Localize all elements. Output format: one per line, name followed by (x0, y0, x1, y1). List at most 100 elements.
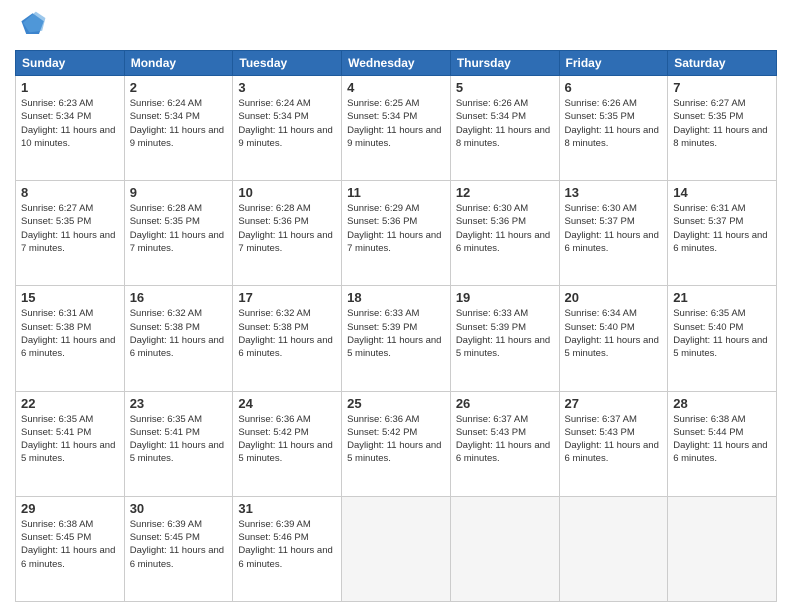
day-number: 19 (456, 290, 554, 305)
day-info: Sunrise: 6:29 AM Sunset: 5:36 PM Dayligh… (347, 202, 445, 255)
day-number: 29 (21, 501, 119, 516)
calendar-cell: 30Sunrise: 6:39 AM Sunset: 5:45 PM Dayli… (124, 496, 233, 601)
calendar-cell: 23Sunrise: 6:35 AM Sunset: 5:41 PM Dayli… (124, 391, 233, 496)
day-number: 31 (238, 501, 336, 516)
day-number: 17 (238, 290, 336, 305)
calendar-cell: 28 Sunrise: 6:38 AM Sunset: 5:44 PM Dayli… (668, 391, 777, 496)
day-info: Sunrise: 6:31 AM Sunset: 5:37 PM Dayligh… (673, 202, 771, 255)
calendar-cell: 10 Sunrise: 6:28 AM Sunset: 5:36 PM Dayli… (233, 181, 342, 286)
day-number: 21 (673, 290, 771, 305)
calendar-cell: 12 Sunrise: 6:30 AM Sunset: 5:36 PM Dayli… (450, 181, 559, 286)
day-info: Sunrise: 6:32 AM Sunset: 5:38 PM Dayligh… (238, 307, 336, 360)
calendar-cell: 9 Sunrise: 6:28 AM Sunset: 5:35 PM Daylig… (124, 181, 233, 286)
day-number: 24 (238, 396, 336, 411)
day-number: 7 (673, 80, 771, 95)
day-info: Sunrise: 6:35 AM Sunset: 5:40 PM Dayligh… (673, 307, 771, 360)
calendar-cell (342, 496, 451, 601)
calendar-cell (668, 496, 777, 601)
calendar-cell: 7 Sunrise: 6:27 AM Sunset: 5:35 PM Daylig… (668, 76, 777, 181)
calendar-cell: 15 Sunrise: 6:31 AM Sunset: 5:38 PM Dayli… (16, 286, 125, 391)
calendar-cell: 27 Sunrise: 6:37 AM Sunset: 5:43 PM Dayli… (559, 391, 668, 496)
day-number: 9 (130, 185, 228, 200)
calendar-table: SundayMondayTuesdayWednesdayThursdayFrid… (15, 50, 777, 602)
page: SundayMondayTuesdayWednesdayThursdayFrid… (0, 0, 792, 612)
day-number: 20 (565, 290, 663, 305)
calendar-cell: 11 Sunrise: 6:29 AM Sunset: 5:36 PM Dayli… (342, 181, 451, 286)
calendar-cell: 29 Sunrise: 6:38 AM Sunset: 5:45 PM Dayli… (16, 496, 125, 601)
day-number: 12 (456, 185, 554, 200)
day-info: Sunrise: 6:27 AM Sunset: 5:35 PM Dayligh… (673, 97, 771, 150)
day-info: Sunrise: 6:26 AM Sunset: 5:34 PM Dayligh… (456, 97, 554, 150)
col-header-sunday: Sunday (16, 51, 125, 76)
col-header-wednesday: Wednesday (342, 51, 451, 76)
calendar-cell: 3 Sunrise: 6:24 AM Sunset: 5:34 PM Daylig… (233, 76, 342, 181)
day-number: 15 (21, 290, 119, 305)
day-info: Sunrise: 6:36 AM Sunset: 5:42 PM Dayligh… (238, 413, 336, 466)
calendar-cell: 18Sunrise: 6:33 AM Sunset: 5:39 PM Dayli… (342, 286, 451, 391)
header-row: SundayMondayTuesdayWednesdayThursdayFrid… (16, 51, 777, 76)
day-info: Sunrise: 6:24 AM Sunset: 5:34 PM Dayligh… (238, 97, 336, 150)
calendar-cell: 26Sunrise: 6:37 AM Sunset: 5:43 PM Dayli… (450, 391, 559, 496)
week-row-5: 29 Sunrise: 6:38 AM Sunset: 5:45 PM Dayli… (16, 496, 777, 601)
col-header-monday: Monday (124, 51, 233, 76)
day-info: Sunrise: 6:33 AM Sunset: 5:39 PM Dayligh… (456, 307, 554, 360)
day-number: 13 (565, 185, 663, 200)
calendar-cell (559, 496, 668, 601)
day-number: 16 (130, 290, 228, 305)
day-number: 2 (130, 80, 228, 95)
calendar-cell: 17 Sunrise: 6:32 AM Sunset: 5:38 PM Dayli… (233, 286, 342, 391)
day-number: 5 (456, 80, 554, 95)
calendar-cell: 5 Sunrise: 6:26 AM Sunset: 5:34 PM Daylig… (450, 76, 559, 181)
day-info: Sunrise: 6:38 AM Sunset: 5:44 PM Dayligh… (673, 413, 771, 466)
day-number: 14 (673, 185, 771, 200)
day-info: Sunrise: 6:37 AM Sunset: 5:43 PM Dayligh… (565, 413, 663, 466)
day-number: 3 (238, 80, 336, 95)
day-info: Sunrise: 6:37 AM Sunset: 5:43 PM Dayligh… (456, 413, 554, 466)
day-number: 11 (347, 185, 445, 200)
calendar-cell: 14 Sunrise: 6:31 AM Sunset: 5:37 PM Dayli… (668, 181, 777, 286)
day-info: Sunrise: 6:35 AM Sunset: 5:41 PM Dayligh… (130, 413, 228, 466)
day-number: 30 (130, 501, 228, 516)
calendar-body: 1 Sunrise: 6:23 AM Sunset: 5:34 PM Daylig… (16, 76, 777, 602)
calendar-cell: 4 Sunrise: 6:25 AM Sunset: 5:34 PM Daylig… (342, 76, 451, 181)
day-info: Sunrise: 6:35 AM Sunset: 5:41 PM Dayligh… (21, 413, 119, 466)
day-info: Sunrise: 6:24 AM Sunset: 5:34 PM Dayligh… (130, 97, 228, 150)
calendar-cell (450, 496, 559, 601)
week-row-2: 8Sunrise: 6:27 AM Sunset: 5:35 PM Daylig… (16, 181, 777, 286)
day-info: Sunrise: 6:23 AM Sunset: 5:34 PM Dayligh… (21, 97, 119, 150)
calendar-cell: 25Sunrise: 6:36 AM Sunset: 5:42 PM Dayli… (342, 391, 451, 496)
week-row-4: 22Sunrise: 6:35 AM Sunset: 5:41 PM Dayli… (16, 391, 777, 496)
calendar-header: SundayMondayTuesdayWednesdayThursdayFrid… (16, 51, 777, 76)
day-info: Sunrise: 6:38 AM Sunset: 5:45 PM Dayligh… (21, 518, 119, 571)
calendar-cell: 16 Sunrise: 6:32 AM Sunset: 5:38 PM Dayli… (124, 286, 233, 391)
calendar-cell: 2 Sunrise: 6:24 AM Sunset: 5:34 PM Daylig… (124, 76, 233, 181)
day-info: Sunrise: 6:32 AM Sunset: 5:38 PM Dayligh… (130, 307, 228, 360)
day-number: 1 (21, 80, 119, 95)
col-header-friday: Friday (559, 51, 668, 76)
day-info: Sunrise: 6:30 AM Sunset: 5:36 PM Dayligh… (456, 202, 554, 255)
calendar-cell: 31Sunrise: 6:39 AM Sunset: 5:46 PM Dayli… (233, 496, 342, 601)
day-number: 25 (347, 396, 445, 411)
calendar-cell: 19 Sunrise: 6:33 AM Sunset: 5:39 PM Dayli… (450, 286, 559, 391)
day-info: Sunrise: 6:28 AM Sunset: 5:35 PM Dayligh… (130, 202, 228, 255)
day-info: Sunrise: 6:26 AM Sunset: 5:35 PM Dayligh… (565, 97, 663, 150)
day-number: 10 (238, 185, 336, 200)
day-number: 28 (673, 396, 771, 411)
day-info: Sunrise: 6:31 AM Sunset: 5:38 PM Dayligh… (21, 307, 119, 360)
col-header-thursday: Thursday (450, 51, 559, 76)
day-number: 27 (565, 396, 663, 411)
calendar-cell: 6Sunrise: 6:26 AM Sunset: 5:35 PM Daylig… (559, 76, 668, 181)
calendar-cell: 21 Sunrise: 6:35 AM Sunset: 5:40 PM Dayli… (668, 286, 777, 391)
day-info: Sunrise: 6:28 AM Sunset: 5:36 PM Dayligh… (238, 202, 336, 255)
day-info: Sunrise: 6:34 AM Sunset: 5:40 PM Dayligh… (565, 307, 663, 360)
day-info: Sunrise: 6:27 AM Sunset: 5:35 PM Dayligh… (21, 202, 119, 255)
day-info: Sunrise: 6:33 AM Sunset: 5:39 PM Dayligh… (347, 307, 445, 360)
calendar-cell: 22Sunrise: 6:35 AM Sunset: 5:41 PM Dayli… (16, 391, 125, 496)
calendar-cell: 24 Sunrise: 6:36 AM Sunset: 5:42 PM Dayli… (233, 391, 342, 496)
day-info: Sunrise: 6:30 AM Sunset: 5:37 PM Dayligh… (565, 202, 663, 255)
day-number: 4 (347, 80, 445, 95)
calendar-cell: 8Sunrise: 6:27 AM Sunset: 5:35 PM Daylig… (16, 181, 125, 286)
logo-icon (15, 10, 47, 42)
day-info: Sunrise: 6:25 AM Sunset: 5:34 PM Dayligh… (347, 97, 445, 150)
col-header-tuesday: Tuesday (233, 51, 342, 76)
